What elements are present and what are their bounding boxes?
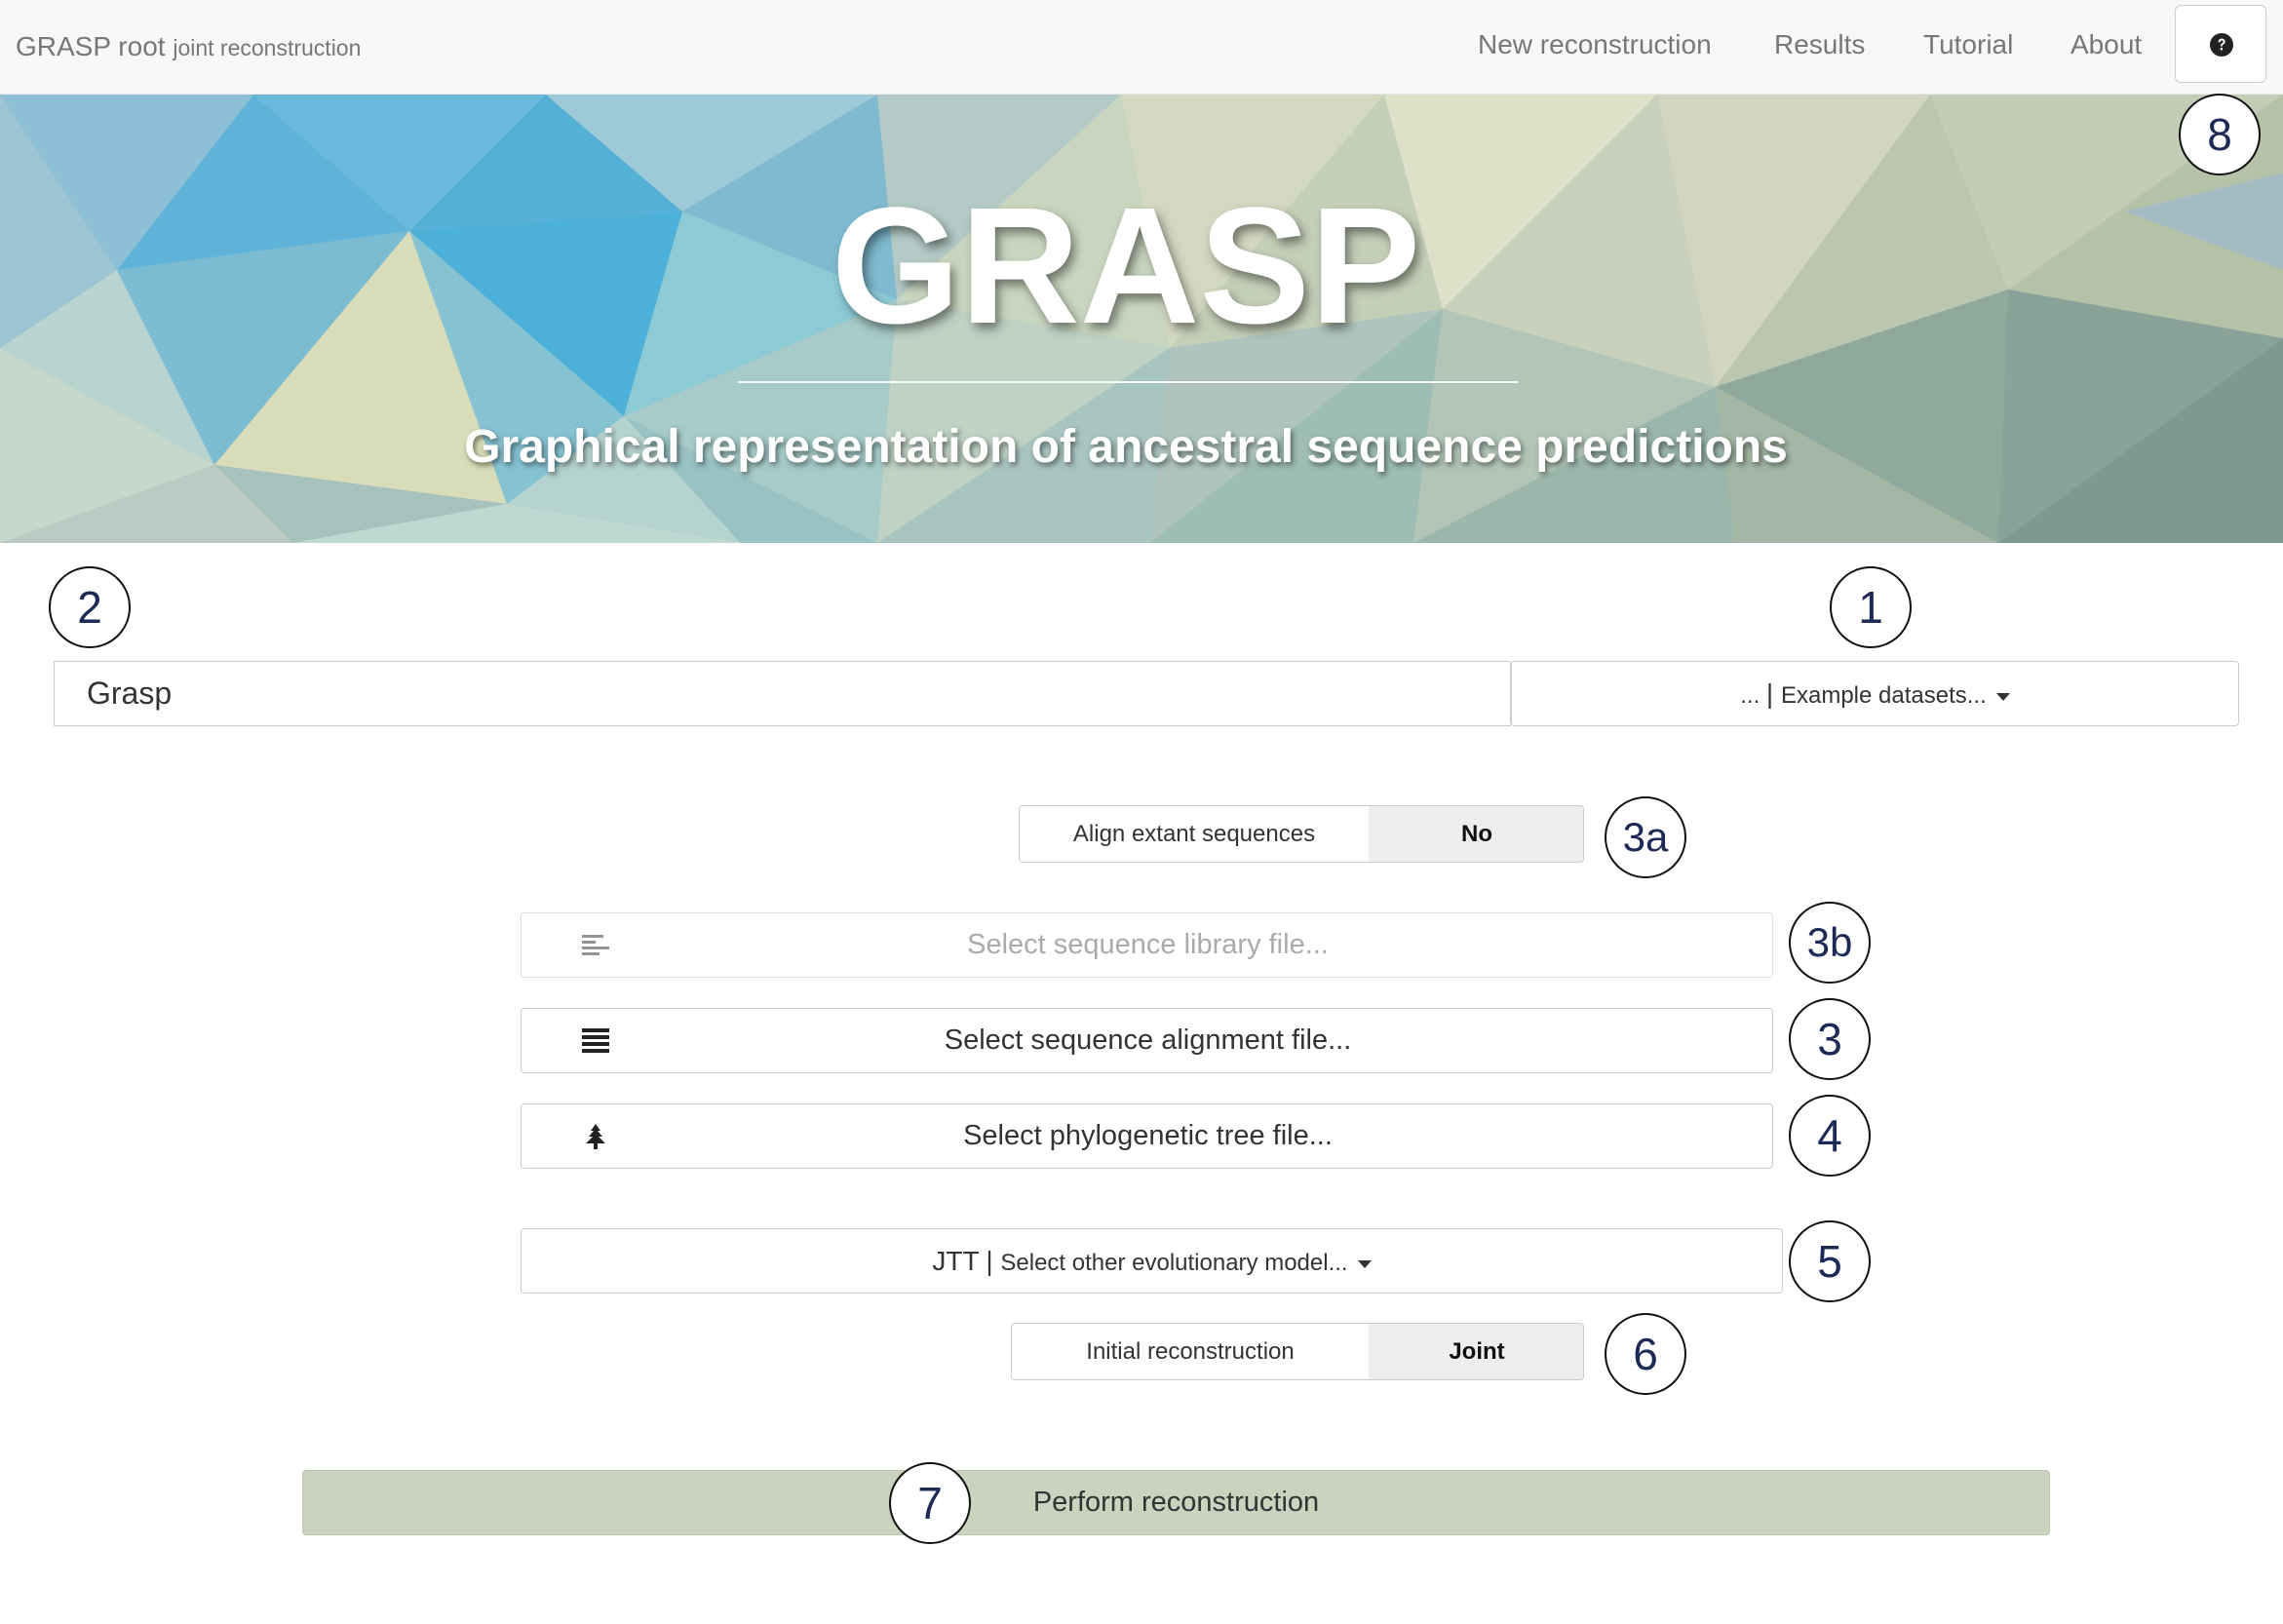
nav-results[interactable]: Results (1774, 0, 1865, 93)
align-label: Align extant sequences (1020, 806, 1369, 862)
callout-3: 3 (1789, 998, 1871, 1080)
question-circle-icon (2210, 33, 2233, 57)
separator: | (1765, 678, 1781, 709)
brand[interactable]: GRASP root joint reconstruction (16, 0, 361, 93)
caret-down-icon (1357, 1259, 1372, 1268)
sequence-alignment-file-button[interactable]: Select sequence alignment file... (521, 1008, 1773, 1073)
sequence-library-file-button[interactable]: Select sequence library file... (521, 912, 1773, 978)
callout-1: 1 (1830, 566, 1912, 648)
callout-3a: 3a (1605, 796, 1686, 878)
phylogenetic-tree-file-button[interactable]: Select phylogenetic tree file... (521, 1103, 1773, 1169)
evolutionary-model-dropdown[interactable]: JTT | Select other evolutionary model... (521, 1228, 1783, 1294)
reconstruction-name-input[interactable] (54, 661, 1511, 726)
nav-new-reconstruction[interactable]: New reconstruction (1478, 0, 1712, 93)
brand-title: GRASP root (16, 31, 166, 61)
dataset-prefix: ... (1740, 682, 1761, 709)
callout-3b: 3b (1789, 902, 1871, 984)
hero-title: GRASP (831, 174, 1421, 359)
phylogenetic-tree-label: Select phylogenetic tree file... (963, 1120, 1333, 1151)
separator: | (986, 1246, 1001, 1276)
sequence-alignment-label: Select sequence alignment file... (944, 1025, 1352, 1056)
nav-tutorial[interactable]: Tutorial (1923, 0, 2013, 93)
callout-5: 5 (1789, 1220, 1871, 1302)
navbar: GRASP root joint reconstruction New reco… (0, 0, 2283, 95)
hero-banner: GRASP Graphical representation of ancest… (0, 95, 2283, 543)
example-datasets-dropdown[interactable]: ... | Example datasets... (1511, 661, 2239, 726)
callout-7: 7 (889, 1462, 971, 1544)
sequence-library-placeholder: Select sequence library file... (967, 929, 1329, 960)
nav-about[interactable]: About (2070, 0, 2142, 93)
reconstruction-type-toggle[interactable]: Initial reconstruction Joint (1011, 1323, 1584, 1380)
hero-subtitle: Graphical representation of ancestral se… (464, 421, 1788, 473)
hero-divider (738, 381, 1518, 383)
callout-2: 2 (49, 566, 131, 648)
help-button[interactable] (2175, 5, 2266, 83)
callout-8: 8 (2179, 94, 2261, 175)
caret-down-icon (1995, 692, 2010, 701)
align-value[interactable]: No (1369, 806, 1583, 862)
callout-4: 4 (1789, 1095, 1871, 1177)
callout-6: 6 (1605, 1313, 1686, 1395)
brand-subtitle: joint reconstruction (173, 35, 362, 60)
dataset-label: Example datasets... (1780, 682, 1987, 709)
perform-reconstruction-button[interactable]: Perform reconstruction (302, 1470, 2050, 1535)
align-toggle[interactable]: Align extant sequences No (1019, 805, 1584, 863)
reconstruction-type-value[interactable]: Joint (1369, 1324, 1583, 1379)
reconstruction-type-label: Initial reconstruction (1012, 1324, 1369, 1379)
model-current: JTT (932, 1246, 980, 1276)
model-label: Select other evolutionary model... (1000, 1250, 1348, 1276)
